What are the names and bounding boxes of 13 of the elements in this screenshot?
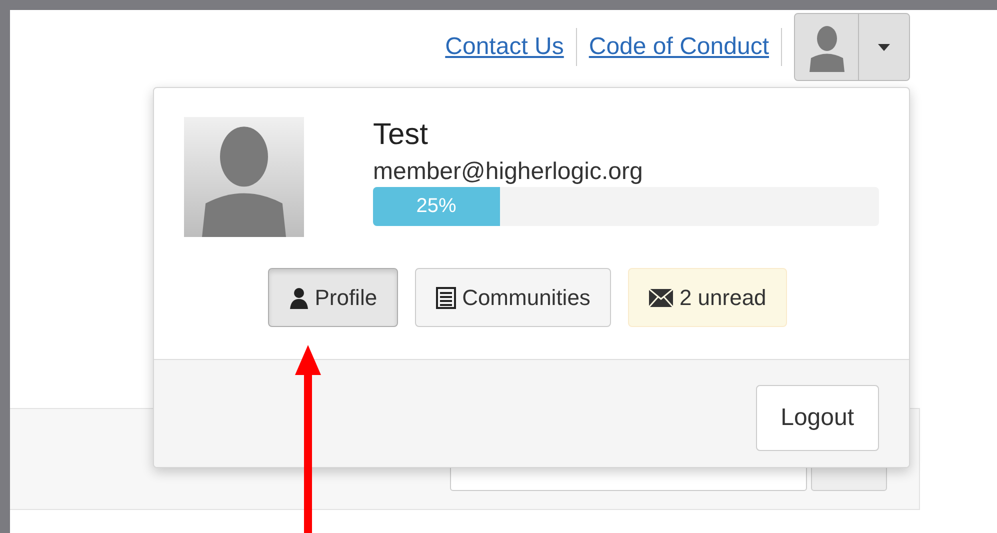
person-icon bbox=[288, 286, 309, 308]
user-name: Test bbox=[373, 117, 430, 153]
progress-fill: 25% bbox=[373, 187, 500, 226]
messages-button[interactable]: 2 unread bbox=[628, 268, 788, 327]
list-icon bbox=[436, 286, 456, 308]
logout-button[interactable]: Logout bbox=[756, 384, 879, 450]
user-email: member@higherlogic.org bbox=[373, 157, 644, 187]
user-menu-button[interactable] bbox=[794, 13, 910, 81]
communities-button[interactable]: Communities bbox=[415, 268, 612, 327]
avatar-icon[interactable] bbox=[795, 14, 859, 80]
header-link[interactable]: Contact Us bbox=[433, 28, 576, 66]
envelope-icon bbox=[649, 288, 674, 306]
profile-button[interactable]: Profile bbox=[268, 268, 398, 327]
